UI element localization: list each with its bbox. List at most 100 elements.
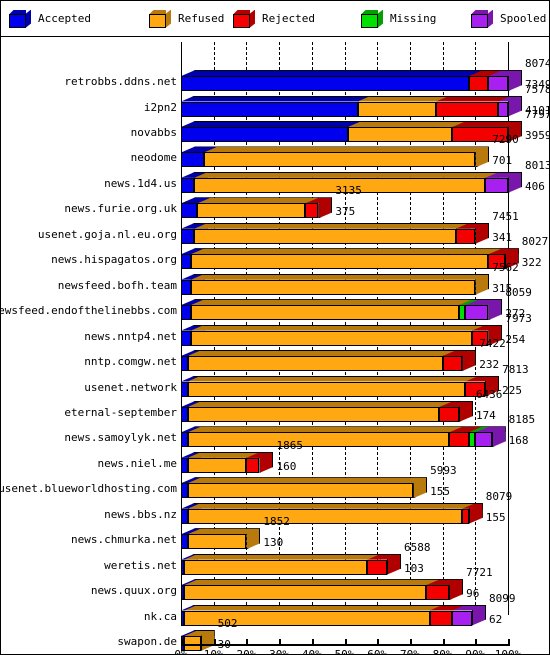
- category-label: newsfeed.endofthelinebbs.com: [0, 304, 177, 318]
- legend-label: Rejected: [262, 12, 315, 25]
- bar-segment-refused[interactable]: [187, 457, 247, 473]
- bar-segment-rejected[interactable]: [439, 406, 459, 422]
- legend-item-spooled: Spooled: [471, 1, 546, 36]
- value-label-accepted: 174: [475, 408, 496, 422]
- bar-segment-rejected[interactable]: [246, 457, 260, 473]
- bar-segment-rejected[interactable]: [429, 610, 453, 626]
- category-label: news.hispagatos.org: [51, 253, 177, 267]
- bar-segment-rejected[interactable]: [436, 101, 499, 117]
- bar-segment-refused[interactable]: [187, 483, 414, 499]
- bar-segment-accepted[interactable]: [181, 76, 469, 92]
- bar-segment-refused[interactable]: [197, 203, 306, 219]
- value-label-accepted: 62: [489, 612, 503, 626]
- category-label: news.niel.me: [97, 456, 177, 470]
- x-tick-label: 0%: [174, 648, 188, 655]
- cube-icon: [361, 9, 383, 28]
- x-tick: [442, 639, 445, 646]
- bar-segment-missing[interactable]: [458, 305, 466, 321]
- x-tick: [246, 639, 249, 646]
- value-label-accepted: 701: [492, 154, 513, 168]
- legend-label: Spooled: [500, 12, 547, 25]
- value-label-total: 6436: [475, 387, 503, 401]
- value-label-total: 7578: [525, 82, 550, 96]
- bar-segment-refused[interactable]: [187, 356, 443, 372]
- category-label: i2pn2: [143, 100, 177, 114]
- bar-segment-refused[interactable]: [190, 330, 473, 346]
- value-label-total: 8185: [508, 413, 536, 427]
- bar-segment-refused[interactable]: [190, 254, 489, 270]
- category-label: news.nntp4.net: [84, 329, 177, 343]
- cube-icon: [471, 9, 493, 28]
- category-label: swapon.de: [117, 635, 177, 648]
- x-tick: [279, 639, 282, 646]
- bar-segment-refused[interactable]: [187, 432, 450, 448]
- bar-segment-accepted[interactable]: [181, 330, 191, 346]
- value-label-accepted: 130: [263, 536, 284, 550]
- bar-segment-refused[interactable]: [187, 508, 463, 524]
- bar-segment-refused[interactable]: [347, 127, 453, 142]
- value-label-accepted: 225: [502, 383, 522, 397]
- bar-segment-rejected[interactable]: [468, 76, 489, 92]
- value-label-accepted: 168: [508, 434, 529, 448]
- bar-segment-refused[interactable]: [203, 152, 476, 168]
- bar-segment-accepted[interactable]: [181, 152, 204, 168]
- value-label-total: 1865: [276, 438, 303, 452]
- bar-segment-accepted[interactable]: [181, 228, 195, 244]
- x-tick: [213, 639, 216, 646]
- value-label-accepted: 160: [276, 459, 297, 473]
- bar-segment-refused[interactable]: [194, 228, 456, 244]
- bar-segment-refused[interactable]: [187, 406, 440, 422]
- legend-item-accepted: Accepted: [9, 1, 91, 36]
- bar-segment-spooled[interactable]: [488, 76, 508, 92]
- bar-segment-rejected[interactable]: [462, 508, 469, 524]
- bar-segment-accepted[interactable]: [181, 177, 195, 193]
- bar-segment-rejected[interactable]: [367, 559, 387, 575]
- x-tick: [409, 639, 412, 646]
- bar-segment-accepted[interactable]: [181, 127, 348, 142]
- bar-segment-rejected[interactable]: [426, 585, 450, 601]
- bar-segment-refused[interactable]: [190, 305, 459, 321]
- bar-segment-accepted[interactable]: [181, 279, 191, 295]
- category-label: news.samoylyk.net: [64, 431, 177, 445]
- bar-segment-spooled[interactable]: [465, 305, 489, 321]
- bar-segment-refused[interactable]: [184, 585, 427, 601]
- bar-segment-rejected[interactable]: [449, 432, 469, 448]
- bar-segment-spooled[interactable]: [485, 177, 508, 193]
- bar-segment-accepted[interactable]: [181, 305, 191, 321]
- category-label: retrobbs.ddns.net: [64, 75, 177, 89]
- x-tick-label: 60%: [367, 648, 388, 655]
- bar-segment-refused[interactable]: [190, 279, 476, 295]
- value-label-total: 8099: [489, 591, 516, 605]
- value-label-total: 8013: [525, 158, 550, 172]
- bar-segment-rejected[interactable]: [442, 356, 463, 372]
- x-tick-label: 90%: [465, 648, 486, 655]
- value-label-total: 8027: [521, 235, 549, 249]
- value-label-total: 7451: [492, 209, 519, 223]
- category-label: nntp.comgw.net: [84, 355, 177, 369]
- bar-segment-rejected[interactable]: [305, 203, 319, 219]
- value-label-total: 7290: [492, 133, 519, 147]
- bar-segment-accepted[interactable]: [181, 101, 358, 117]
- bar-segment-refused[interactable]: [187, 534, 247, 550]
- chart-plot-area: retrobbs.ddns.net i2pn2 novabbs neodome news…: [1, 36, 549, 654]
- x-tick: [508, 639, 510, 646]
- category-label: usenet.network: [84, 380, 177, 394]
- bar-segment-refused[interactable]: [357, 101, 437, 117]
- bar-segment-refused[interactable]: [187, 381, 466, 397]
- bar-segment-accepted[interactable]: [181, 254, 191, 270]
- legend-item-refused: Refused: [149, 1, 224, 36]
- bar-segment-accepted[interactable]: [181, 203, 198, 219]
- bar-segment-spooled[interactable]: [475, 432, 492, 448]
- bar-segment-spooled[interactable]: [452, 610, 473, 626]
- bar-segment-spooled[interactable]: [498, 101, 508, 117]
- value-label-total: 7797: [525, 108, 550, 121]
- value-label-accepted: 155: [485, 510, 506, 524]
- category-label: news.bbs.nz: [104, 507, 177, 521]
- value-label-accepted: 322: [521, 256, 542, 270]
- bar-segment-refused[interactable]: [184, 559, 368, 575]
- value-label-total: 7721: [466, 566, 493, 580]
- bar-segment-missing[interactable]: [468, 432, 476, 448]
- cube-icon: [9, 9, 31, 28]
- bar-segment-rejected[interactable]: [455, 228, 476, 244]
- x-tick: [377, 639, 380, 646]
